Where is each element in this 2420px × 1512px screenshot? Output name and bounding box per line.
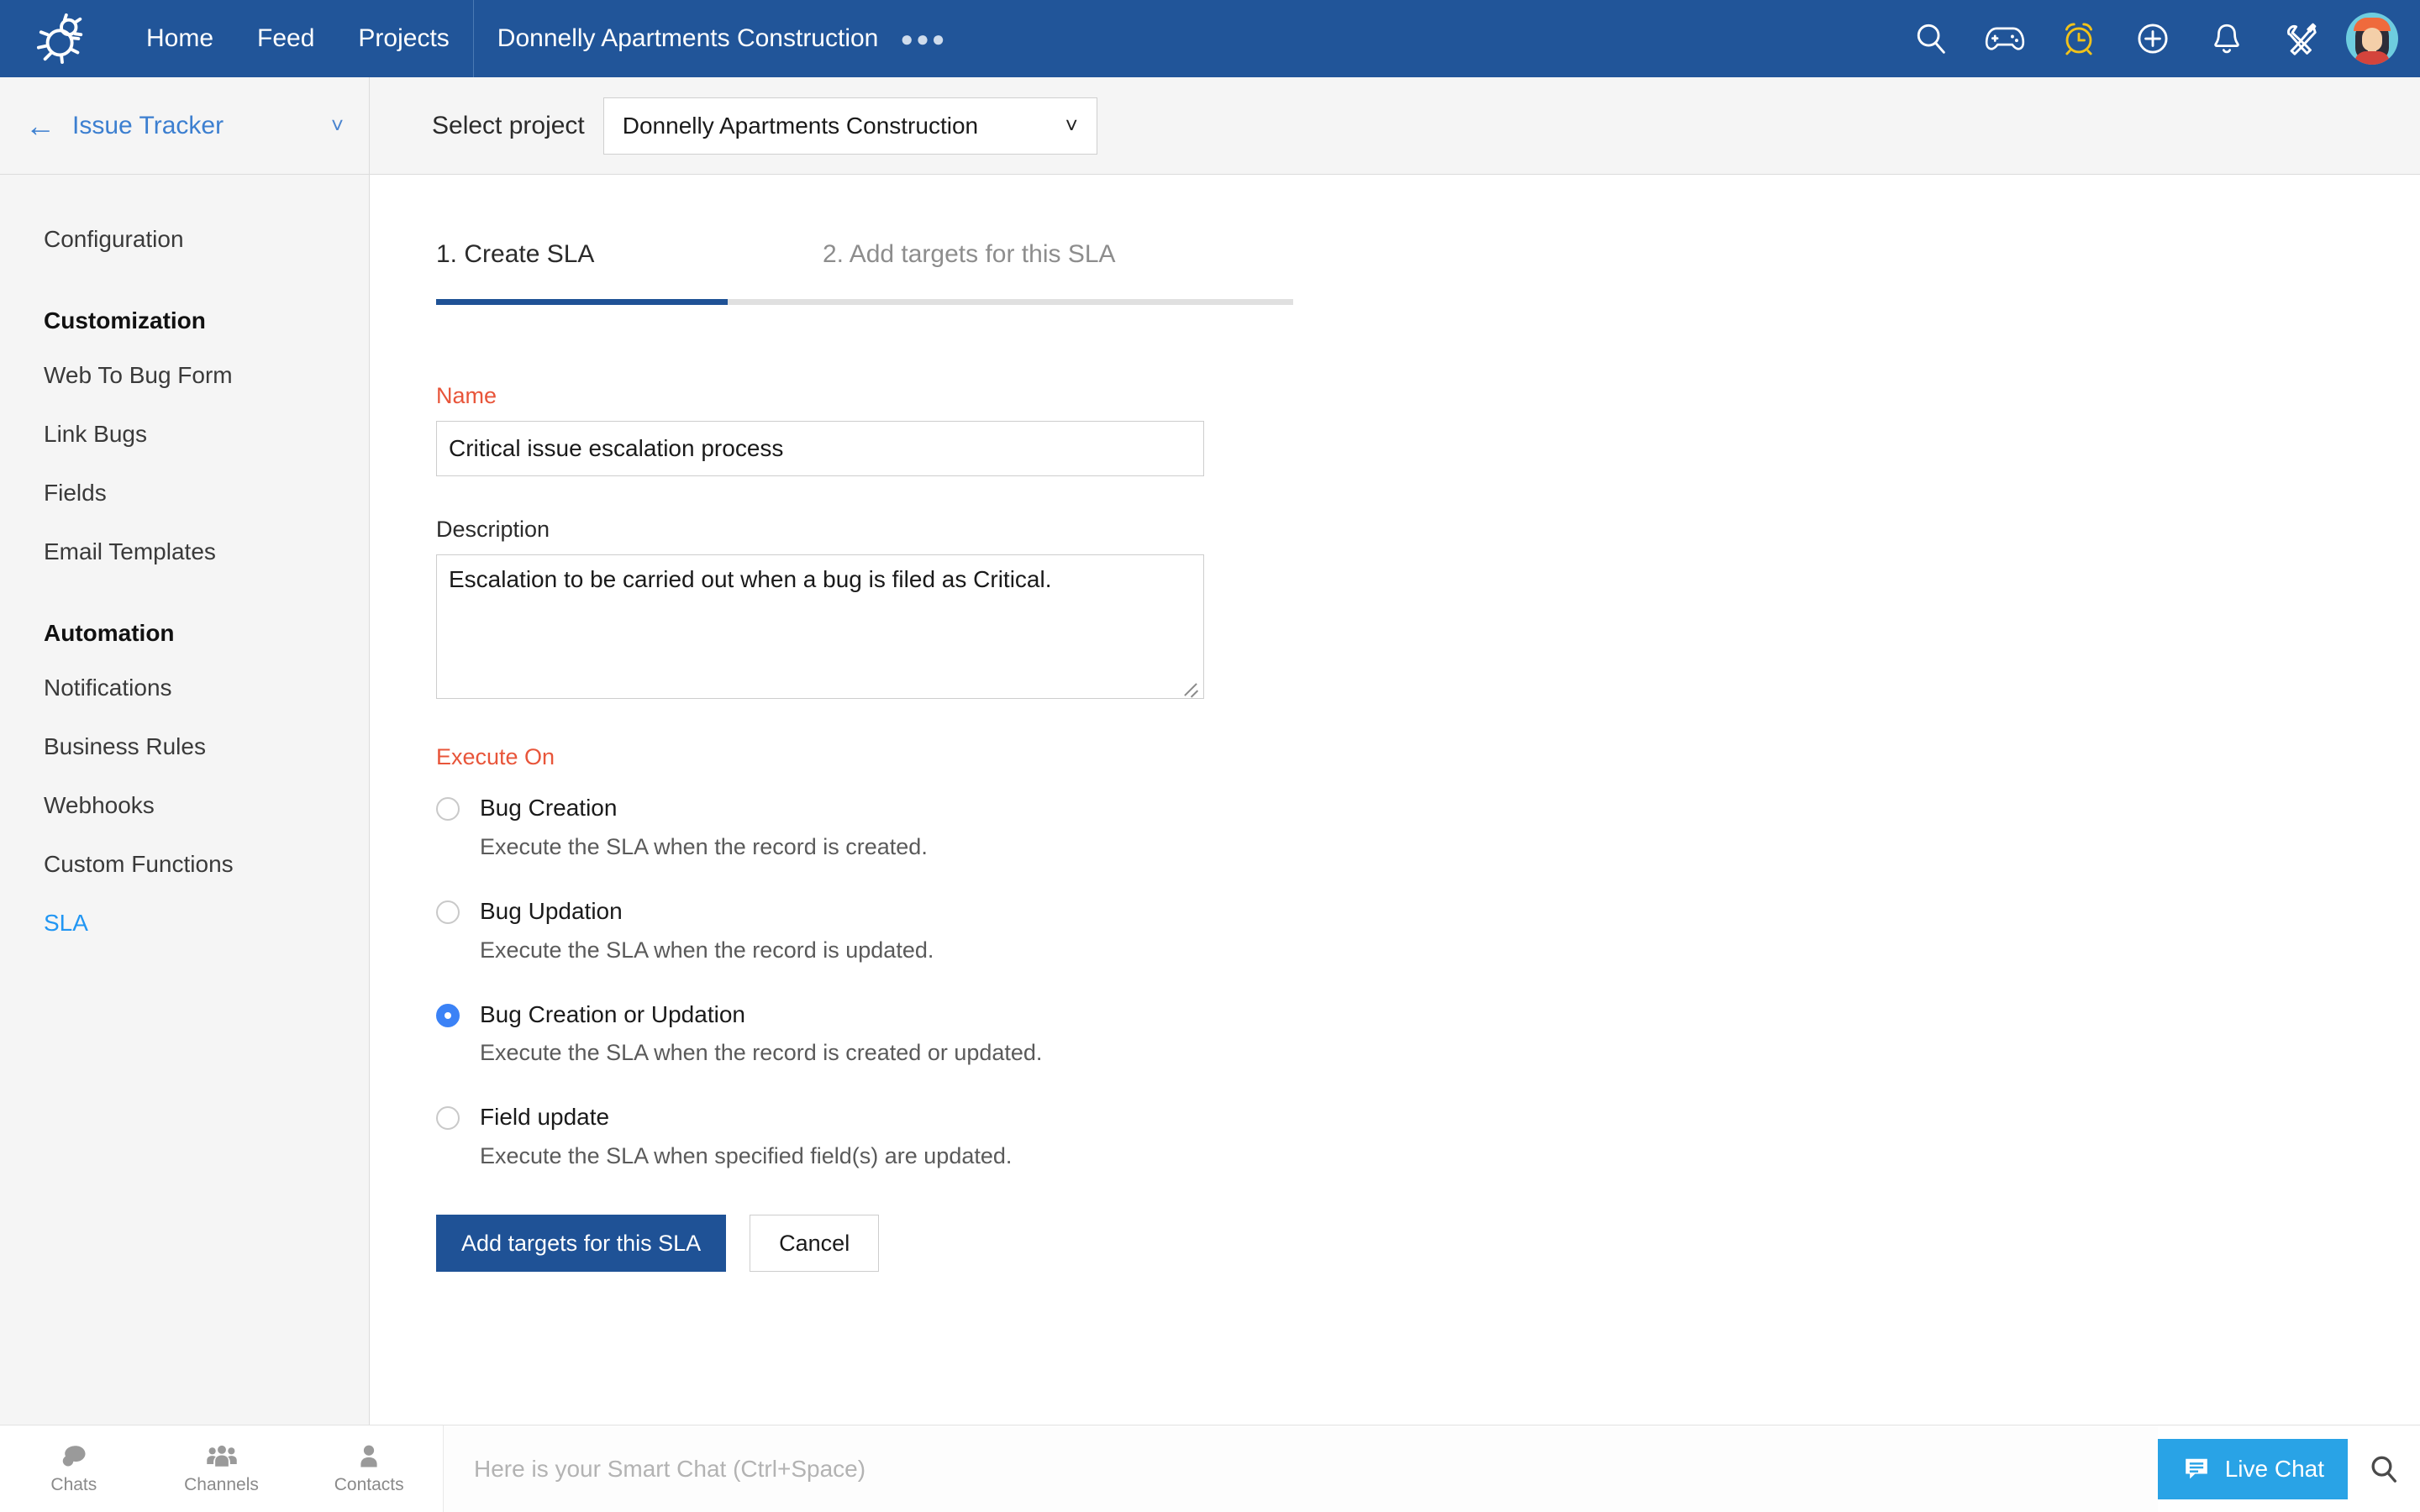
execute-on-label: Execute On <box>436 744 555 769</box>
execute-on-block: Execute On Bug Creation Execute the SLA … <box>436 744 1528 1196</box>
sidebar-item-sla[interactable]: SLA <box>0 894 369 953</box>
smart-chat-placeholder: Here is your Smart Chat (Ctrl+Space) <box>474 1455 866 1482</box>
radio-label: Bug Updation <box>480 897 623 924</box>
nav-divider <box>472 0 474 77</box>
create-sla-form: Name Description Escalation to be carrie… <box>436 383 1528 1273</box>
tab-progress-fill <box>436 299 728 305</box>
radio-label: Bug Creation or Updation <box>480 1000 745 1027</box>
back-arrow-icon[interactable]: ← <box>25 110 55 141</box>
sla-name-input[interactable] <box>436 421 1204 476</box>
chat-search-icon[interactable] <box>2348 1425 2420 1512</box>
sla-description-textarea[interactable]: Escalation to be carried out when a bug … <box>436 554 1204 699</box>
tab-progress-bar <box>436 299 1293 305</box>
group-people-icon <box>206 1445 237 1467</box>
radio-label: Field update <box>480 1104 610 1131</box>
sidebar-item-webhooks[interactable]: Webhooks <box>0 776 369 835</box>
add-targets-button[interactable]: Add targets for this SLA <box>436 1215 727 1273</box>
chat-lines-icon <box>2185 1458 2207 1478</box>
nav-item-home[interactable]: Home <box>124 0 235 77</box>
smart-chat-input[interactable]: Here is your Smart Chat (Ctrl+Space) <box>444 1425 2158 1512</box>
nav-item-feed[interactable]: Feed <box>235 0 336 77</box>
sidebar-item-email-templates[interactable]: Email Templates <box>0 522 369 581</box>
chat-bubble-icon <box>62 1445 86 1466</box>
live-chat-button[interactable]: Live Chat <box>2157 1438 2348 1499</box>
description-field-label: Description <box>436 517 550 542</box>
radio-option-bug-creation-or-updation[interactable]: Bug Creation or Updation Execute the SLA… <box>436 999 1528 1094</box>
cancel-button[interactable]: Cancel <box>750 1215 880 1273</box>
bottom-chat-bar: Chats Channels Contacts Here is your Sma… <box>0 1425 2420 1512</box>
radio-option-field-update[interactable]: Field update Execute the SLA when specif… <box>436 1101 1528 1196</box>
bell-icon[interactable] <box>2190 0 2264 77</box>
live-chat-label: Live Chat <box>2224 1455 2324 1482</box>
tools-icon[interactable] <box>2264 0 2338 77</box>
name-field-label: Name <box>436 383 497 408</box>
sidebar-heading-customization: Customization <box>44 307 206 333</box>
chevron-down-icon[interactable]: ˅ <box>331 113 344 139</box>
radio-option-bug-updation[interactable]: Bug Updation Execute the SLA when the re… <box>436 895 1528 990</box>
chat-tab-label: Channels <box>184 1474 259 1494</box>
select-project-label: Select project <box>432 111 585 139</box>
bug-icon <box>36 13 83 65</box>
radio-button[interactable] <box>436 1106 460 1131</box>
sidebar-item-link-bugs[interactable]: Link Bugs <box>0 405 369 464</box>
chat-tab-group: Chats Channels Contacts <box>0 1425 444 1512</box>
tab-add-targets[interactable]: 2. Add targets for this SLA <box>823 240 1116 269</box>
sub-header: ← Issue Tracker ˅ Select project Donnell… <box>0 76 2420 175</box>
search-icon[interactable] <box>1894 0 1968 77</box>
description-textarea-wrap: Escalation to be carried out when a bug … <box>436 554 1204 699</box>
sla-wizard-tabs: 1. Create SLA 2. Add targets for this SL… <box>436 240 1293 305</box>
radio-description: Execute the SLA when the record is creat… <box>480 833 928 859</box>
app-logo[interactable] <box>0 0 124 77</box>
add-circle-icon[interactable] <box>2116 0 2190 77</box>
radio-description: Execute the SLA when specified field(s) … <box>480 1143 1013 1169</box>
settings-sidebar: Configuration Customization Web To Bug F… <box>0 175 370 1425</box>
radio-description: Execute the SLA when the record is creat… <box>480 1040 1043 1066</box>
chat-tab-label: Chats <box>50 1474 97 1494</box>
sidebar-item-configuration[interactable]: Configuration <box>0 210 369 269</box>
project-selector-area: Select project Donnelly Apartments Const… <box>370 97 1097 155</box>
radio-button[interactable] <box>436 797 460 821</box>
gamepad-icon[interactable] <box>1968 0 2042 77</box>
primary-nav: Home Feed Projects <box>124 0 471 77</box>
app-switcher[interactable]: ← Issue Tracker ˅ <box>0 76 370 175</box>
chat-tab-label: Contacts <box>334 1474 404 1494</box>
chat-tab-contacts[interactable]: Contacts <box>295 1443 443 1495</box>
chat-tab-chats[interactable]: Chats <box>0 1443 148 1495</box>
project-select-dropdown[interactable]: Donnelly Apartments Construction ˅ <box>602 97 1097 155</box>
sidebar-item-notifications[interactable]: Notifications <box>0 659 369 717</box>
current-project-title[interactable]: Donnelly Apartments Construction <box>476 0 901 77</box>
nav-item-projects[interactable]: Projects <box>336 0 471 77</box>
chat-tab-channels[interactable]: Channels <box>148 1443 296 1495</box>
sidebar-item-web-to-bug-form[interactable]: Web To Bug Form <box>0 346 369 405</box>
form-actions: Add targets for this SLA Cancel <box>436 1215 1528 1273</box>
project-overflow-menu-icon[interactable]: ●●● <box>900 0 964 77</box>
main-content: 1. Create SLA 2. Add targets for this SL… <box>371 175 2420 1425</box>
execute-on-radio-group: Bug Creation Execute the SLA when the re… <box>436 792 1528 1196</box>
chevron-down-icon: ˅ <box>1065 113 1078 138</box>
sidebar-heading-automation: Automation <box>44 620 175 646</box>
top-navigation-bar: Home Feed Projects Donnelly Apartments C… <box>0 0 2420 77</box>
app-name-label[interactable]: Issue Tracker <box>72 112 224 140</box>
project-select-value: Donnelly Apartments Construction <box>622 112 979 139</box>
tab-create-sla[interactable]: 1. Create SLA <box>436 240 823 269</box>
radio-button[interactable] <box>436 900 460 924</box>
radio-button-selected[interactable] <box>436 1003 460 1027</box>
sidebar-item-custom-functions[interactable]: Custom Functions <box>0 835 369 894</box>
radio-description: Execute the SLA when the record is updat… <box>480 937 934 963</box>
sidebar-item-business-rules[interactable]: Business Rules <box>0 717 369 776</box>
alarm-clock-icon[interactable] <box>2042 0 2116 77</box>
radio-option-bug-creation[interactable]: Bug Creation Execute the SLA when the re… <box>436 792 1528 887</box>
person-icon <box>360 1445 377 1467</box>
sidebar-item-fields[interactable]: Fields <box>0 464 369 522</box>
user-avatar[interactable] <box>2346 13 2398 65</box>
topbar-actions <box>1894 0 2420 77</box>
radio-label: Bug Creation <box>480 795 618 821</box>
